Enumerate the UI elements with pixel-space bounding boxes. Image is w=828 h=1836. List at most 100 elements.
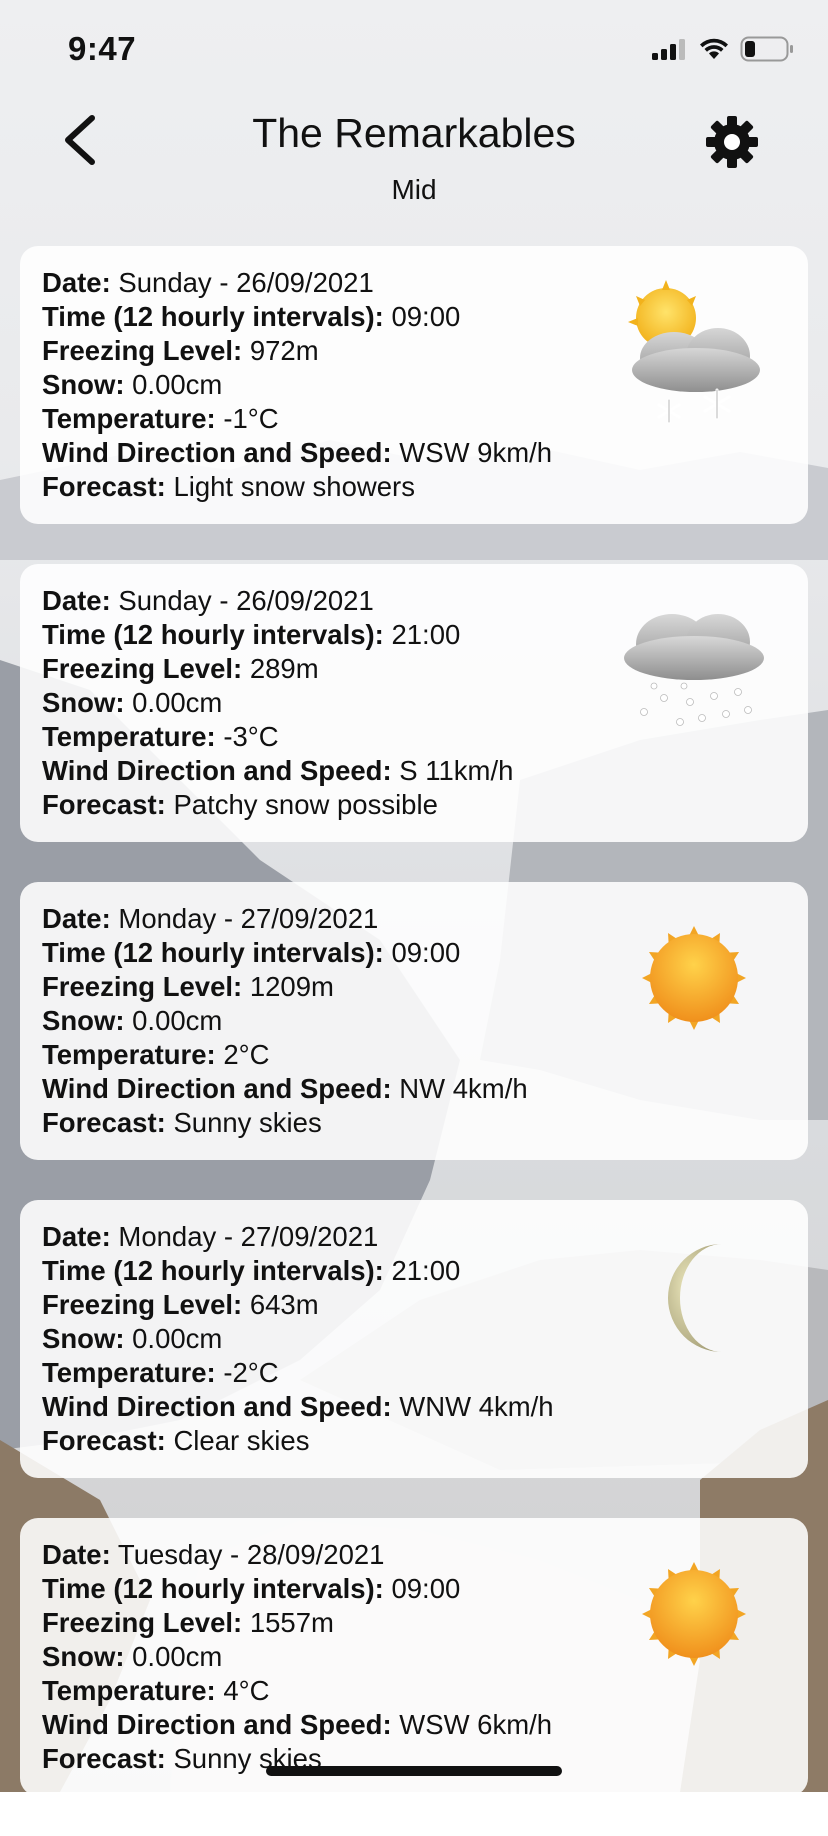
forecast-label: Forecast: — [42, 789, 166, 820]
wind-label: Wind Direction and Speed: — [42, 1073, 392, 1104]
time-value: 09:00 — [391, 1573, 461, 1604]
wind-label: Wind Direction and Speed: — [42, 1391, 392, 1422]
freezing-label: Freezing Level: — [42, 1607, 243, 1638]
date-label: Date: — [42, 1221, 111, 1252]
time-label: Time (12 hourly intervals): — [42, 1255, 384, 1286]
temperature-value: -3°C — [223, 721, 279, 752]
status-icons — [652, 36, 794, 62]
forecast-card[interactable]: Date: Tuesday - 28/09/2021 Time (12 hour… — [20, 1518, 808, 1796]
forecast-card[interactable]: Date: Sunday - 26/09/2021 Time (12 hourl… — [20, 246, 808, 524]
wind-line: Wind Direction and Speed: WNW 4km/h — [42, 1390, 786, 1424]
temperature-label: Temperature: — [42, 403, 216, 434]
freezing-label: Freezing Level: — [42, 335, 243, 366]
cloud-snow-icon — [624, 614, 764, 726]
gear-icon — [706, 116, 758, 168]
status-bar: 9:47 — [0, 0, 828, 96]
forecast-value: Clear skies — [173, 1425, 310, 1456]
time-label: Time (12 hourly intervals): — [42, 619, 384, 650]
forecast-card[interactable]: Date: Monday - 27/09/2021 Time (12 hourl… — [20, 1200, 808, 1478]
wind-line: Wind Direction and Speed: S 11km/h — [42, 754, 786, 788]
cellular-signal-icon — [652, 39, 685, 60]
wind-value: WSW 6km/h — [399, 1709, 553, 1740]
date-label: Date: — [42, 903, 111, 934]
sun-cloud-snow-icon — [628, 280, 760, 424]
wind-value: WSW 9km/h — [399, 437, 553, 468]
forecast-card[interactable]: Date: Sunday - 26/09/2021 Time (12 hourl… — [20, 564, 808, 842]
snow-label: Snow: — [42, 1323, 125, 1354]
date-value: Monday - 27/09/2021 — [118, 1221, 379, 1252]
forecast-value: Patchy snow possible — [173, 789, 438, 820]
moon-icon — [667, 1244, 722, 1352]
forecast-line: Forecast: Clear skies — [42, 1424, 786, 1458]
temperature-value: 4°C — [223, 1675, 270, 1706]
snow-value: 0.00cm — [132, 369, 223, 400]
forecast-line: Forecast: Sunny skies — [42, 1106, 786, 1140]
wind-value: S 11km/h — [399, 755, 514, 786]
home-indicator[interactable] — [266, 1766, 562, 1776]
time-value: 09:00 — [391, 301, 461, 332]
wind-label: Wind Direction and Speed: — [42, 755, 392, 786]
freezing-value: 1557m — [249, 1607, 334, 1638]
sun-icon — [642, 926, 746, 1030]
date-label: Date: — [42, 267, 111, 298]
temperature-label: Temperature: — [42, 721, 216, 752]
date-label: Date: — [42, 585, 111, 616]
date-value: Sunday - 26/09/2021 — [118, 585, 374, 616]
wifi-icon — [700, 38, 728, 59]
wind-line: Wind Direction and Speed: NW 4km/h — [42, 1072, 786, 1106]
date-value: Sunday - 26/09/2021 — [118, 267, 374, 298]
temperature-value: -2°C — [223, 1357, 279, 1388]
freezing-value: 643m — [249, 1289, 319, 1320]
freezing-label: Freezing Level: — [42, 653, 243, 684]
wind-label: Wind Direction and Speed: — [42, 437, 392, 468]
forecast-label: Forecast: — [42, 471, 166, 502]
sun-icon — [642, 1562, 746, 1666]
temperature-value: 2°C — [223, 1039, 270, 1070]
forecast-line: Forecast: Light snow showers — [42, 470, 786, 504]
snow-label: Snow: — [42, 1005, 125, 1036]
settings-button[interactable] — [704, 114, 760, 170]
temperature-value: -1°C — [223, 403, 279, 434]
forecast-label: Forecast: — [42, 1107, 166, 1138]
navigation-header: The Remarkables Mid — [0, 96, 828, 216]
temperature-label: Temperature: — [42, 1357, 216, 1388]
wind-line: Wind Direction and Speed: WSW 6km/h — [42, 1708, 786, 1742]
forecast-label: Forecast: — [42, 1425, 166, 1456]
temperature-label: Temperature: — [42, 1675, 216, 1706]
wind-value: WNW 4km/h — [399, 1391, 554, 1422]
forecast-line: Forecast: Patchy snow possible — [42, 788, 786, 822]
freezing-value: 1209m — [249, 971, 334, 1002]
forecast-list: Date: Sunday - 26/09/2021 Time (12 hourl… — [20, 246, 808, 1836]
wind-label: Wind Direction and Speed: — [42, 1709, 392, 1740]
time-value: 09:00 — [391, 937, 461, 968]
wind-line: Wind Direction and Speed: WSW 9km/h — [42, 436, 786, 470]
freezing-value: 289m — [249, 653, 319, 684]
freezing-label: Freezing Level: — [42, 1289, 243, 1320]
date-label: Date: — [42, 1539, 111, 1570]
time-label: Time (12 hourly intervals): — [42, 301, 384, 332]
battery-icon — [740, 36, 793, 62]
time-value: 21:00 — [391, 619, 461, 650]
date-value: Monday - 27/09/2021 — [118, 903, 379, 934]
time-label: Time (12 hourly intervals): — [42, 937, 384, 968]
time-label: Time (12 hourly intervals): — [42, 1573, 384, 1604]
snow-value: 0.00cm — [132, 1005, 223, 1036]
time-value: 21:00 — [391, 1255, 461, 1286]
snow-label: Snow: — [42, 687, 125, 718]
forecast-card[interactable]: Date: Monday - 27/09/2021 Time (12 hourl… — [20, 882, 808, 1160]
date-value: Tuesday - 28/09/2021 — [117, 1539, 385, 1570]
forecast-value: Sunny skies — [173, 1107, 322, 1138]
temperature-label: Temperature: — [42, 1039, 216, 1070]
forecast-label: Forecast: — [42, 1743, 166, 1774]
page-subtitle: Mid — [391, 174, 437, 205]
wind-value: NW 4km/h — [399, 1073, 528, 1104]
snow-value: 0.00cm — [132, 687, 223, 718]
snow-value: 0.00cm — [132, 1641, 223, 1672]
snow-value: 0.00cm — [132, 1323, 223, 1354]
freezing-label: Freezing Level: — [42, 971, 243, 1002]
status-time: 9:47 — [68, 30, 137, 67]
snow-label: Snow: — [42, 369, 125, 400]
freezing-value: 972m — [249, 335, 319, 366]
forecast-value: Light snow showers — [173, 471, 415, 502]
snow-label: Snow: — [42, 1641, 125, 1672]
